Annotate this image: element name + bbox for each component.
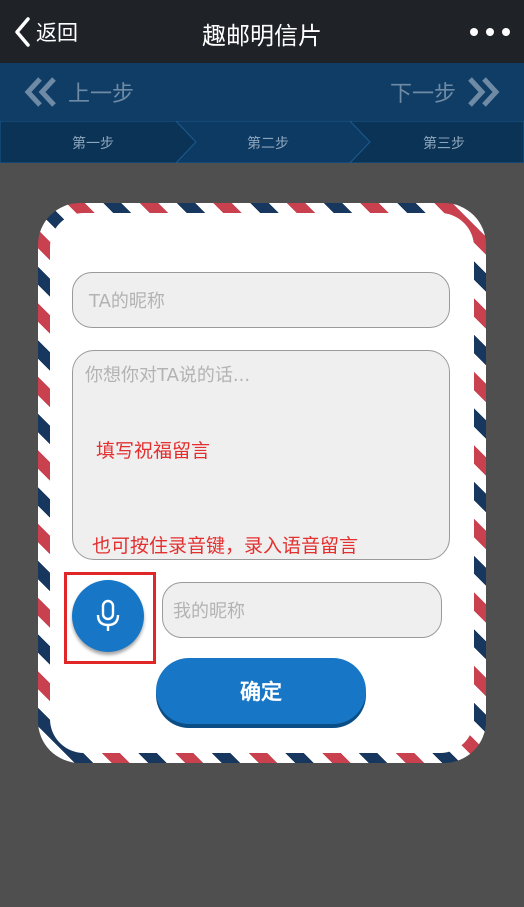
step-2: 第二步 bbox=[247, 136, 289, 152]
page-title: 趣邮明信片 bbox=[202, 22, 322, 50]
prev-step-label: 上一步 bbox=[68, 82, 135, 107]
double-chevron-right-icon bbox=[468, 77, 500, 107]
message-placeholder: 你想你对TA说的话... bbox=[85, 365, 251, 386]
confirm-button[interactable]: 确定 bbox=[156, 658, 366, 724]
ta-nickname-placeholder: TA的昵称 bbox=[89, 291, 165, 312]
my-nickname-input[interactable]: 我的昵称 bbox=[162, 582, 442, 638]
next-step-button[interactable]: 下一步 bbox=[390, 75, 502, 109]
step-progress: 第一步 第二步 第三步 bbox=[0, 121, 524, 163]
prev-step-button[interactable]: 上一步 bbox=[22, 75, 134, 109]
double-chevron-left-icon bbox=[24, 77, 56, 107]
my-nickname-placeholder: 我的昵称 bbox=[173, 601, 245, 622]
step-navigation: 上一步 下一步 bbox=[0, 63, 524, 121]
step-1: 第一步 bbox=[72, 136, 114, 152]
annotation-voice-message: 也可按住录音键，录入语音留言 bbox=[92, 535, 359, 557]
annotation-fill-message: 填写祝福留言 bbox=[96, 440, 211, 462]
step-3: 第三步 bbox=[423, 136, 465, 152]
ta-nickname-input[interactable]: TA的昵称 bbox=[72, 272, 450, 328]
more-dots-icon[interactable] bbox=[470, 18, 510, 46]
next-step-label: 下一步 bbox=[389, 82, 456, 107]
title-bar: 返回 趣邮明信片 bbox=[0, 0, 524, 63]
record-voice-button[interactable] bbox=[72, 580, 144, 652]
microphone-icon bbox=[96, 599, 120, 631]
